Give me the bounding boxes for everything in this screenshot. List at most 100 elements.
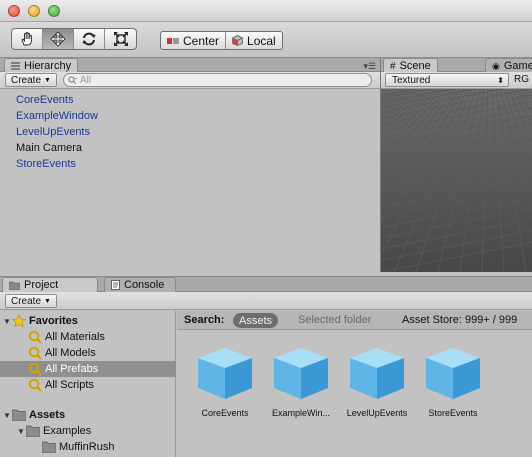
tree-item-all-prefabs[interactable]: All Prefabs	[0, 361, 176, 377]
asset-item[interactable]: ExampleWin...	[263, 345, 339, 418]
pivot-local-button[interactable]: Local	[226, 32, 282, 49]
tree-item-all-models[interactable]: All Models	[0, 345, 176, 361]
asset-label: LevelUpEvents	[346, 408, 408, 418]
tree-item-label: MuffinRush	[59, 441, 115, 453]
project-create-dropdown[interactable]: Create ▼	[5, 294, 57, 308]
search-icon	[28, 362, 42, 376]
rotate-icon	[82, 32, 96, 46]
project-content: Search: Assets Selected folder Asset Sto…	[177, 311, 532, 457]
hand-icon	[21, 32, 32, 46]
prefab-cube-icon	[350, 348, 404, 399]
tab-project-label: Project	[24, 279, 59, 291]
dropdown-arrow-icon: ▼	[44, 297, 51, 305]
search-icon	[28, 330, 42, 344]
asset-label: CoreEvents	[201, 408, 249, 418]
console-icon	[111, 280, 120, 290]
hierarchy-item[interactable]: Main Camera	[0, 140, 380, 156]
tree-item-label: Favorites	[29, 315, 78, 327]
tree-item-label: Examples	[43, 425, 92, 437]
scale-icon	[113, 32, 128, 46]
scale-tool-button[interactable]	[105, 29, 136, 49]
prefab-cube-icon	[198, 348, 252, 399]
tab-hierarchy-label: Hierarchy	[24, 60, 72, 72]
hand-tool-button[interactable]	[12, 29, 43, 49]
main-toolbar: Center Local	[0, 22, 532, 58]
local-cube-icon	[232, 35, 243, 46]
tab-project[interactable]: Project	[2, 277, 98, 292]
rotate-tool-button[interactable]	[74, 29, 105, 49]
tree-item-all-materials[interactable]: All Materials	[0, 329, 176, 345]
asset-item[interactable]: CoreEvents	[187, 345, 263, 418]
tree-item-muffinrush[interactable]: MuffinRush	[0, 439, 176, 455]
scene-viewport[interactable]	[381, 89, 532, 272]
search-icon	[28, 378, 42, 392]
hierarchy-search-input[interactable]: All	[63, 73, 372, 87]
create-label: Create	[11, 74, 42, 86]
tree-item-favorites[interactable]: ▼ Favorites	[0, 313, 176, 329]
close-window-button[interactable]	[8, 5, 20, 17]
move-tool-button[interactable]	[43, 29, 74, 49]
tree-item-label: All Models	[45, 347, 96, 359]
scene-toolbar: Textured ⬍ RG	[381, 72, 532, 89]
folder-icon	[42, 441, 56, 453]
scene-tab-row: # Scene ◉ Game	[381, 58, 532, 73]
asset-label: ExampleWin...	[271, 408, 331, 418]
search-icon	[28, 346, 42, 360]
zoom-window-button[interactable]	[48, 5, 60, 17]
tab-game[interactable]: ◉ Game	[485, 58, 532, 73]
prefab-cube-icon	[426, 348, 480, 399]
create-label: Create	[11, 295, 42, 307]
expand-triangle-icon[interactable]: ▼	[2, 317, 12, 326]
project-panel: Project Console Create ▼ ▼ Favorites All…	[0, 276, 532, 457]
hierarchy-item[interactable]: ExampleWindow	[0, 108, 380, 124]
tab-game-label: Game	[503, 60, 532, 72]
tab-console[interactable]: Console	[104, 277, 176, 292]
folder-icon	[26, 425, 40, 437]
tree-item-all-scripts[interactable]: All Scripts	[0, 377, 176, 393]
search-icon	[68, 75, 77, 84]
asset-item[interactable]: StoreEvents	[415, 345, 491, 418]
game-icon: ◉	[492, 60, 500, 71]
search-scope-bar: Search: Assets Selected folder Asset Sto…	[177, 311, 532, 330]
tab-hierarchy[interactable]: Hierarchy	[4, 58, 79, 73]
folder-icon	[12, 409, 26, 421]
move-icon	[50, 31, 66, 47]
hierarchy-tab-row: Hierarchy ▾☰	[0, 58, 380, 73]
scene-grid	[381, 89, 532, 272]
project-tree: ▼ Favorites All Materials All Models All…	[0, 311, 176, 457]
pivot-toggle-group: Center Local	[160, 31, 283, 50]
tree-item-assets[interactable]: ▼ Assets	[0, 407, 176, 423]
prefab-cube-icon	[274, 348, 328, 399]
minimize-window-button[interactable]	[28, 5, 40, 17]
render-mode-dropdown[interactable]: Textured ⬍	[385, 73, 509, 87]
tree-item-examples[interactable]: ▼ Examples	[0, 423, 176, 439]
asset-item[interactable]: LevelUpEvents	[339, 345, 415, 418]
expand-triangle-icon[interactable]: ▼	[16, 427, 26, 436]
asset-store-scope-button[interactable]: Asset Store: 999+ / 999	[402, 314, 517, 326]
hierarchy-create-dropdown[interactable]: Create ▼	[5, 73, 57, 87]
hierarchy-item[interactable]: StoreEvents	[0, 156, 380, 172]
title-bar	[0, 0, 532, 22]
star-icon	[12, 314, 26, 328]
pivot-center-button[interactable]: Center	[161, 32, 227, 49]
hierarchy-panel: Hierarchy ▾☰ Create ▼ All CoreEvents Exa…	[0, 58, 380, 272]
folder-icon	[9, 281, 20, 290]
expand-triangle-icon[interactable]: ▼	[2, 411, 12, 420]
project-toolbar: Create ▼	[0, 292, 532, 310]
transform-tools	[11, 28, 137, 50]
scope-assets-button[interactable]: Assets	[233, 313, 279, 328]
tab-console-label: Console	[124, 279, 165, 291]
rgb-dropdown[interactable]: RG	[514, 74, 529, 85]
search-label: Search:	[184, 314, 225, 326]
scene-panel: # Scene ◉ Game Textured ⬍ RG	[381, 58, 532, 272]
scene-grid-icon: #	[390, 60, 396, 72]
pivot-center-label: Center	[183, 33, 220, 48]
hierarchy-item[interactable]: CoreEvents	[0, 92, 380, 108]
tree-item-label: All Prefabs	[45, 363, 99, 375]
dropdown-arrow-icon: ▼	[44, 76, 51, 84]
list-icon	[11, 62, 20, 70]
panel-menu-icon[interactable]: ▾☰	[363, 61, 376, 72]
tab-scene[interactable]: # Scene	[383, 58, 438, 73]
scope-selected-folder-button[interactable]: Selected folder	[298, 314, 371, 326]
hierarchy-item[interactable]: LevelUpEvents	[0, 124, 380, 140]
